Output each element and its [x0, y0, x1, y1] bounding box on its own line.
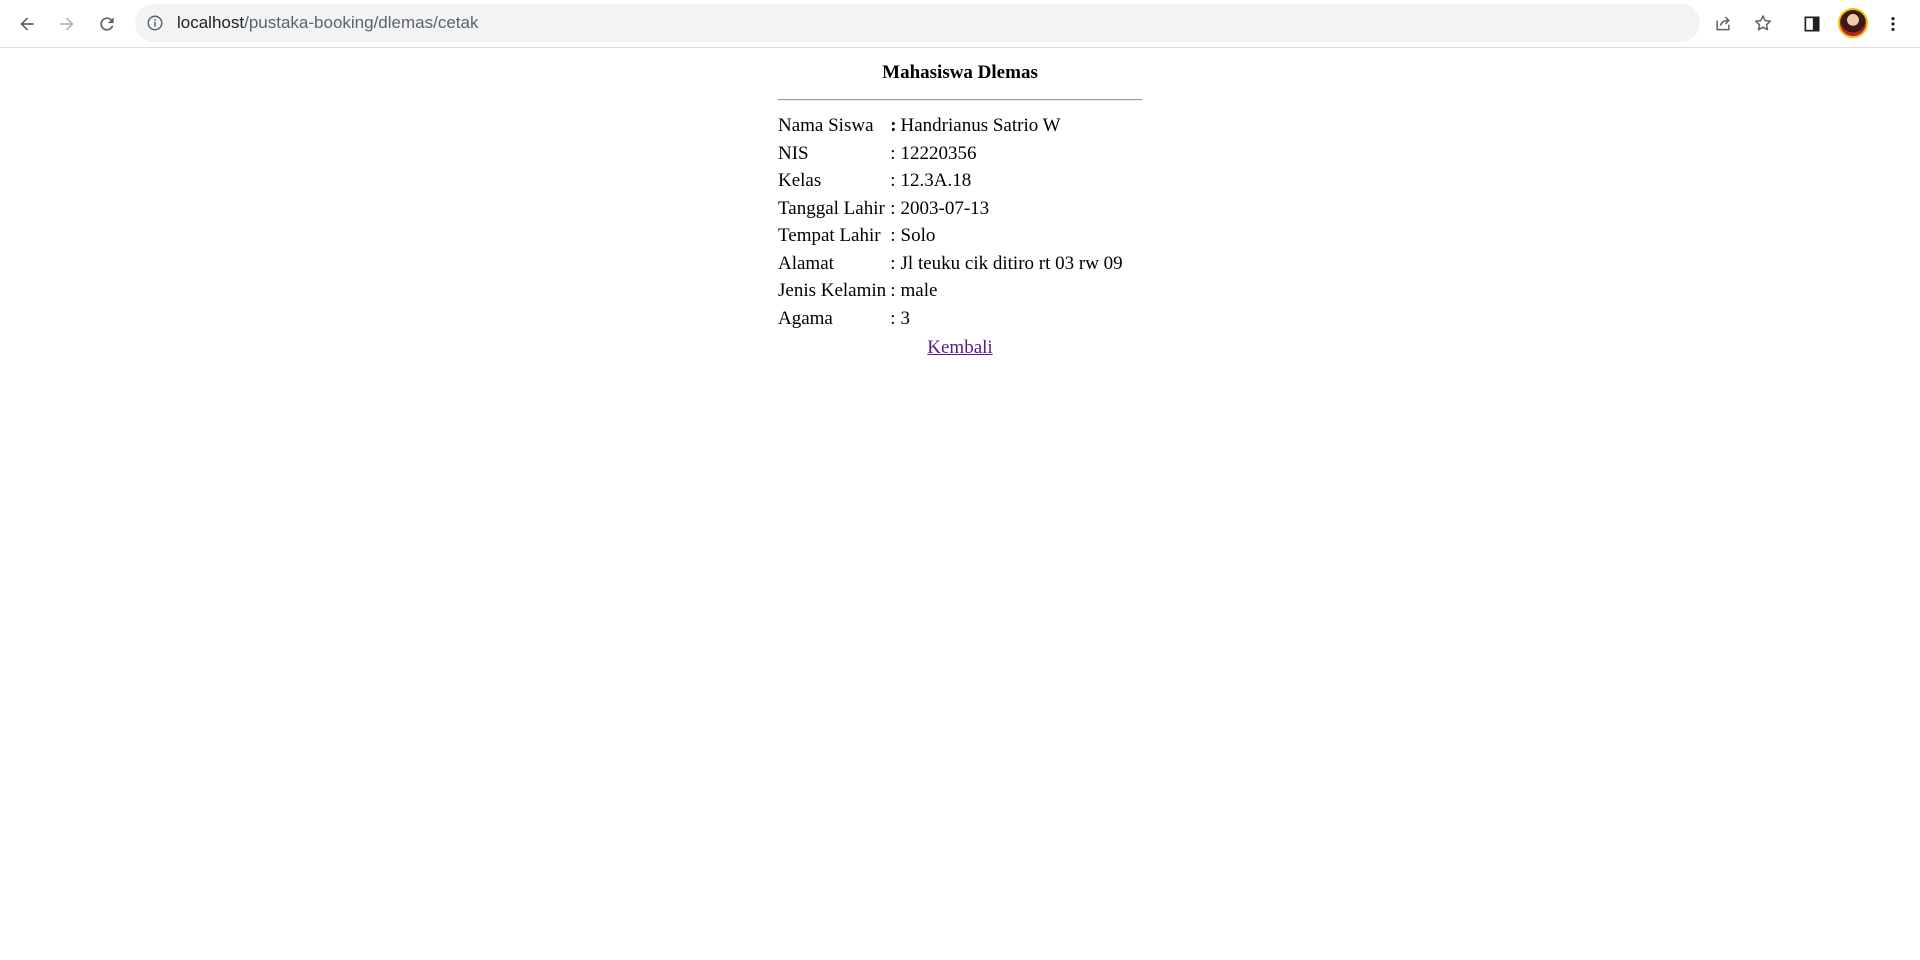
reload-button[interactable] [89, 6, 125, 42]
info-separator: : [890, 142, 896, 164]
info-separator: : [890, 170, 896, 191]
info-separator: : [890, 280, 896, 301]
kembali-link[interactable]: Kembali [927, 337, 992, 358]
info-value: 2003-07-13 [900, 197, 990, 219]
info-value: male [900, 280, 938, 301]
info-label: NIS [778, 142, 809, 164]
side-panel-icon[interactable] [1797, 9, 1827, 39]
info-label: Nama Siswa [778, 115, 874, 136]
student-info-table: Nama Siswa: Handrianus Satrio W NIS:122203… [776, 112, 1125, 332]
info-row: Tempat Lahir: Solo [776, 222, 1125, 250]
title-divider [778, 99, 1142, 101]
star-icon[interactable] [1751, 11, 1775, 35]
info-separator: : [890, 225, 896, 246]
url-path: /pustaka-booking/dlemas/cetak [244, 13, 479, 32]
info-row: Kelas:12.3A.18 [776, 167, 1125, 195]
info-value: 12.3A.18 [900, 170, 972, 191]
info-label: Tanggal Lahir [778, 197, 885, 219]
info-icon[interactable] [145, 13, 165, 33]
browser-toolbar: localhost/pustaka-booking/dlemas/cetak [0, 0, 1920, 48]
info-row: Tanggal Lahir:2003-07-13 [776, 195, 1125, 223]
info-row: Nama Siswa: Handrianus Satrio W [776, 112, 1125, 140]
info-label: Agama [778, 307, 833, 329]
info-value: 12220356 [900, 142, 977, 164]
info-row: Jenis Kelamin: male [776, 277, 1125, 305]
back-button[interactable] [9, 6, 45, 42]
info-label: Kelas [778, 170, 822, 191]
arrow-left-icon [20, 17, 34, 31]
info-separator: : [890, 115, 897, 136]
info-separator: : [890, 197, 896, 219]
reload-icon [100, 17, 114, 31]
info-label: Jenis Kelamin [778, 280, 887, 301]
arrow-right-icon [60, 17, 74, 31]
info-label: Tempat Lahir [778, 225, 881, 246]
info-separator: : [890, 252, 896, 274]
url-text[interactable]: localhost/pustaka-booking/dlemas/cetak [177, 4, 478, 42]
share-icon[interactable] [1711, 11, 1735, 35]
info-row: Alamat: Jl teuku cik ditiro rt 03 rw 09 [776, 250, 1125, 278]
forward-button[interactable] [49, 6, 85, 42]
info-value: Handrianus Satrio W [900, 115, 1061, 136]
address-bar[interactable]: localhost/pustaka-booking/dlemas/cetak [135, 4, 1771, 42]
page-title: Mahasiswa Dlemas [882, 62, 1038, 83]
profile-avatar[interactable] [1838, 8, 1868, 38]
info-label: Alamat [778, 252, 834, 274]
kebab-menu-icon[interactable] [1878, 9, 1908, 39]
info-value: 3 [900, 307, 911, 329]
info-value: Jl teuku cik ditiro rt 03 rw 09 [900, 252, 1123, 274]
info-value: Solo [900, 225, 936, 246]
back-link-container: Kembali [778, 334, 1142, 362]
page-content: Mahasiswa Dlemas Nama Siswa: Handrianus S… [0, 49, 1920, 960]
info-row: NIS:12220356 [776, 140, 1125, 168]
info-row: Agama:3 [776, 305, 1125, 333]
url-host: localhost [177, 13, 245, 32]
info-separator: : [890, 307, 896, 329]
